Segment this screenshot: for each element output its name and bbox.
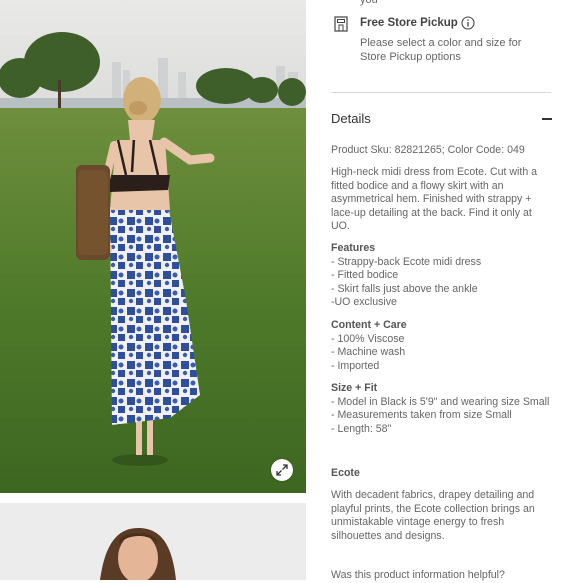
brand-section: Ecote: [331, 467, 553, 481]
list-item: - Imported: [331, 359, 380, 372]
list-item: -UO exclusive: [331, 296, 397, 309]
list-item: - Machine wash: [331, 346, 406, 359]
model-closeup-photo: [0, 503, 306, 580]
model-photo: [0, 0, 306, 493]
content-care-heading: Content + Care: [331, 319, 407, 331]
store-pickup-description: Please select a color and size for Store…: [360, 37, 522, 63]
section-divider: [331, 92, 551, 93]
brand-heading: Ecote: [331, 467, 360, 479]
cut-off-text: you: [360, 0, 378, 6]
store-pickup-title: Free Store Pickup: [360, 17, 458, 29]
brand-description: With decadent fabrics, drapey detailing …: [331, 489, 535, 542]
product-description: High-neck midi dress from Ecote. Cut wit…: [331, 166, 538, 233]
list-item: - Model in Black is 5'9" and wearing siz…: [331, 395, 550, 408]
expand-icon: [276, 464, 288, 476]
list-item: - Length: 58": [331, 422, 392, 435]
list-item: - Fitted bodice: [331, 269, 399, 282]
list-item: - Measurements taken from size Small: [331, 409, 512, 422]
feedback-question: Was this product information helpful?: [331, 569, 505, 581]
features-section: Features - Strappy-back Ecote midi dress…: [331, 242, 553, 310]
store-icon: [334, 16, 348, 32]
expand-image-button[interactable]: [271, 459, 293, 481]
product-image-main[interactable]: [0, 0, 306, 493]
list-item: - 100% Viscose: [331, 332, 405, 345]
info-icon[interactable]: [461, 16, 475, 30]
product-gallery: [0, 0, 306, 580]
content-care-section: Content + Care - 100% Viscose - Machine …: [331, 319, 553, 373]
details-section-toggle[interactable]: Details: [331, 111, 371, 126]
list-item: - Strappy-back Ecote midi dress: [331, 255, 482, 268]
size-fit-heading: Size + Fit: [331, 382, 378, 394]
product-image-secondary[interactable]: [0, 503, 306, 580]
list-item: - Skirt falls just above the ankle: [331, 282, 478, 295]
minus-icon[interactable]: [542, 118, 552, 120]
features-heading: Features: [331, 242, 376, 254]
product-sku: Product Sku: 82821265; Color Code: 049: [331, 144, 525, 156]
size-fit-section: Size + Fit - Model in Black is 5'9" and …: [331, 382, 553, 436]
